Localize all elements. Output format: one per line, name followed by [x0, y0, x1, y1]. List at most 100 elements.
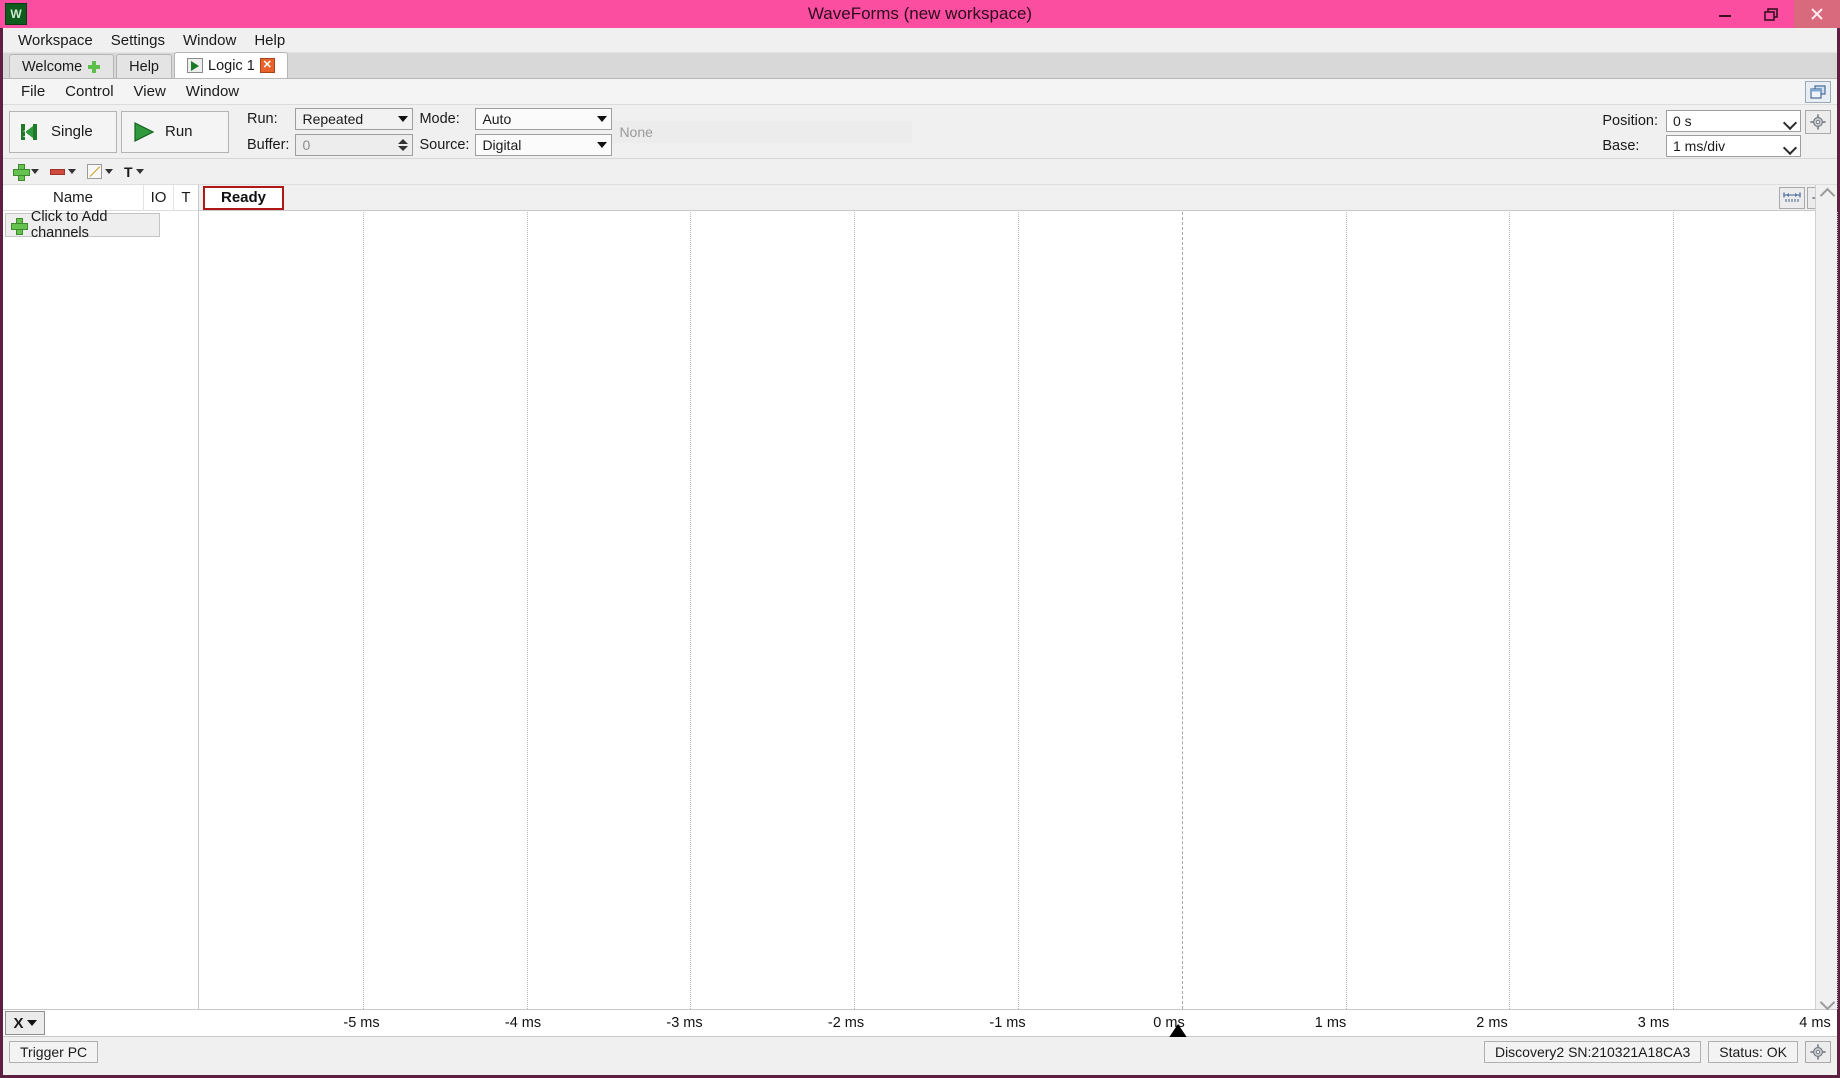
- instrument-menu-bar: File Control View Window: [3, 79, 1837, 105]
- status-button[interactable]: Status: OK: [1708, 1041, 1798, 1063]
- restore-window-icon[interactable]: [1805, 81, 1831, 103]
- time-tick-label: 4 ms: [1799, 1015, 1831, 1031]
- vertical-scrollbar[interactable]: [1815, 185, 1837, 1009]
- restore-button[interactable]: [1748, 0, 1794, 28]
- device-settings-button[interactable]: [1805, 1041, 1831, 1063]
- time-tick-label: -3 ms: [666, 1015, 703, 1031]
- add-channels-button[interactable]: Click to Add channels: [5, 209, 160, 241]
- position-label: Position:: [1602, 113, 1658, 129]
- title-bar: W WaveForms (new workspace): [0, 0, 1840, 28]
- chevron-down-icon: [1785, 118, 1796, 125]
- timebase-fields: Position: 0 s Base: 1 ms/div: [1602, 110, 1801, 157]
- time-axis-ticks: -5 ms -4 ms -3 ms -2 ms -1 ms 0 ms 1 ms 2 ms 3 m…: [3, 1010, 1837, 1039]
- chevron-down-icon: [597, 115, 608, 122]
- remove-channel-icon: [50, 168, 65, 175]
- inst-menu-item-control[interactable]: Control: [55, 81, 123, 102]
- plus-icon: [87, 60, 101, 74]
- time-tick-label: -4 ms: [504, 1015, 542, 1031]
- run-button[interactable]: Run: [121, 110, 229, 153]
- chevron-down-icon[interactable]: [1821, 996, 1833, 1005]
- tab-welcome-label: Welcome: [22, 58, 83, 75]
- channel-list-header: Name IO T: [3, 184, 198, 211]
- text-icon: T: [124, 163, 133, 180]
- app-logo-icon: W: [5, 3, 27, 25]
- svg-text:1: 1: [23, 129, 29, 140]
- chevron-down-icon: [398, 115, 409, 122]
- base-select[interactable]: 1 ms/div: [1666, 135, 1801, 157]
- run-mode-value: Repeated: [302, 110, 364, 127]
- close-icon[interactable]: ✕: [259, 58, 275, 73]
- gear-icon: [1810, 114, 1826, 130]
- chevron-down-icon[interactable]: [135, 169, 144, 174]
- position-value: 0 s: [1673, 113, 1692, 129]
- inst-menu-item-window[interactable]: Window: [176, 81, 249, 102]
- stepper-arrows-icon[interactable]: [398, 138, 410, 151]
- channel-toolbar: T: [3, 159, 1837, 185]
- buffer-value: 0: [302, 136, 311, 153]
- run-mode-label: Run:: [247, 110, 278, 127]
- app-logo-text: W: [10, 7, 22, 21]
- menu-item-settings[interactable]: Settings: [102, 30, 174, 51]
- tab-help-label: Help: [129, 58, 159, 75]
- remove-channel-button[interactable]: [50, 168, 76, 175]
- text-channel-button[interactable]: T: [124, 164, 144, 180]
- waveform-canvas[interactable]: [199, 212, 1838, 1009]
- device-button[interactable]: Discovery2 SN:210321A18CA3: [1483, 1041, 1702, 1063]
- edit-channel-button[interactable]: [87, 164, 113, 179]
- time-tick-label: -2 ms: [827, 1015, 865, 1031]
- source-value: Digital: [482, 136, 522, 153]
- base-label: Base:: [1602, 138, 1640, 154]
- gridline: [1673, 212, 1675, 1009]
- chevron-down-icon: [1785, 143, 1796, 150]
- measure-button[interactable]: [1779, 186, 1805, 209]
- column-header-name: Name: [3, 184, 144, 211]
- acquisition-fields: Run: Repeated Mode: Auto Buffer: 0 Sourc…: [247, 107, 613, 157]
- source-select[interactable]: Digital: [475, 133, 613, 156]
- column-header-io: IO: [144, 184, 174, 211]
- chevron-down-icon[interactable]: [31, 169, 39, 174]
- edit-channel-icon: [87, 164, 102, 179]
- single-button-label: Single: [51, 123, 93, 140]
- gridline: [690, 212, 692, 1009]
- timebase-settings-button[interactable]: [1805, 110, 1831, 134]
- gridline: [526, 212, 528, 1009]
- time-tick-label: 1 ms: [1314, 1015, 1347, 1031]
- waveforms-window: W WaveForms (new workspace) Workspace Se…: [0, 0, 1840, 1078]
- add-channel-button[interactable]: [13, 164, 39, 181]
- buffer-stepper[interactable]: 0: [295, 133, 414, 156]
- chevron-up-icon[interactable]: [1821, 189, 1833, 198]
- time-tick-label: 3 ms: [1637, 1015, 1670, 1031]
- gridline-trigger: [1181, 212, 1183, 1009]
- chevron-down-icon[interactable]: [68, 169, 76, 174]
- chevron-down-icon[interactable]: [105, 169, 113, 174]
- menu-item-workspace[interactable]: Workspace: [9, 30, 102, 51]
- control-toolbar: 1 Single Run Run: Repeated Mode: Auto Bu…: [3, 105, 1837, 159]
- tab-welcome[interactable]: Welcome: [9, 54, 115, 78]
- window-title: WaveForms (new workspace): [807, 4, 1033, 23]
- tab-logic-1-label: Logic 1: [208, 57, 255, 74]
- tab-strip: Welcome Help Logic 1 ✕: [3, 52, 1837, 79]
- column-header-t: T: [181, 188, 191, 206]
- base-value: 1 ms/div: [1673, 138, 1726, 154]
- time-tick-label: -5 ms: [343, 1015, 380, 1031]
- menu-item-window[interactable]: Window: [174, 30, 245, 51]
- trigger-pc-button[interactable]: Trigger PC: [9, 1041, 99, 1063]
- close-button[interactable]: [1794, 0, 1840, 28]
- position-select[interactable]: 0 s: [1666, 110, 1801, 132]
- tab-help[interactable]: Help: [116, 54, 172, 78]
- inst-menu-item-view[interactable]: View: [124, 81, 176, 102]
- time-tick-label: 2 ms: [1476, 1015, 1508, 1031]
- menu-item-help[interactable]: Help: [245, 30, 294, 51]
- play-icon: [187, 58, 203, 73]
- run-mode-select[interactable]: Repeated: [295, 107, 414, 130]
- minimize-button[interactable]: [1702, 0, 1748, 28]
- source-label: Source:: [419, 136, 470, 153]
- main-body: Name IO T Click to Add channels Ready: [3, 184, 1838, 1009]
- plot-status-bar: Ready: [199, 185, 1837, 211]
- tab-logic-1[interactable]: Logic 1 ✕: [174, 52, 288, 78]
- time-tick-label: -1 ms: [989, 1015, 1026, 1031]
- inst-menu-item-file[interactable]: File: [11, 81, 55, 102]
- single-button[interactable]: 1 Single: [9, 110, 117, 153]
- mode-select[interactable]: Auto: [475, 107, 613, 130]
- single-capture-icon: 1: [21, 123, 37, 140]
